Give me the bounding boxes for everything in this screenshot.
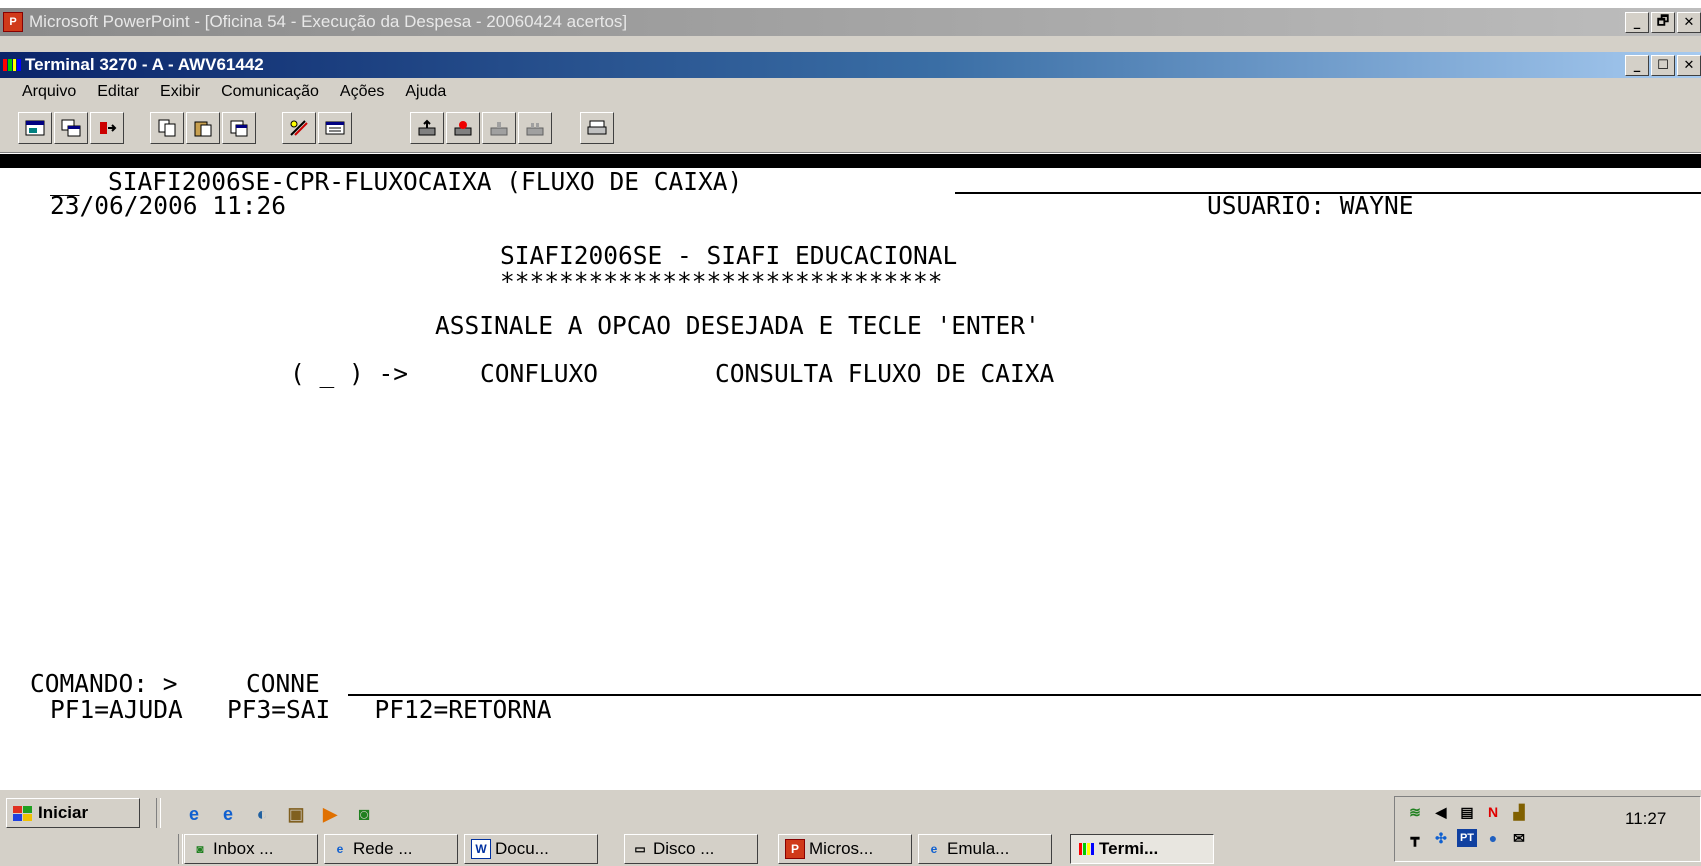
- terminal-app-icon: [3, 58, 21, 72]
- computer-icon[interactable]: ▤: [1457, 803, 1477, 821]
- terminal-title-bar: Terminal 3270 - A - AWV61442 _ ☐ ✕: [0, 52, 1701, 78]
- windows-flag-icon: [13, 805, 32, 821]
- language-icon[interactable]: PT: [1457, 829, 1477, 847]
- option-code: CONFLUXO: [480, 359, 599, 388]
- task-inbox[interactable]: ◙ Inbox ...: [184, 834, 318, 864]
- system-tray: ≋ ◀ ▤ N ▟ ┳ ✣ PT ● ✉ 11:27: [1394, 796, 1701, 862]
- maximize-button[interactable]: ☐: [1651, 55, 1675, 76]
- option-selector[interactable]: ( _ ) ->: [290, 360, 408, 388]
- ie-icon: e: [336, 842, 344, 856]
- menu-acoes[interactable]: Ações: [327, 83, 392, 101]
- messenger-icon[interactable]: ●: [1483, 829, 1503, 847]
- antivirus-icon[interactable]: N: [1483, 803, 1503, 821]
- command-label: COMANDO: >: [30, 669, 178, 698]
- terminal-window-controls: _ ☐ ✕: [1625, 55, 1701, 76]
- play-macro-icon[interactable]: [482, 112, 516, 144]
- task-label: Docu...: [495, 839, 549, 858]
- disk-icon: ▭: [634, 842, 646, 856]
- instruction-text: ASSINALE A OPCAO DESEJADA E TECLE 'ENTER…: [435, 311, 1040, 340]
- ie-icon[interactable]: e: [182, 802, 206, 826]
- task-emula[interactable]: e Emula...: [918, 834, 1052, 864]
- outlook-icon: ◙: [196, 842, 204, 856]
- record-macro-icon[interactable]: [446, 112, 480, 144]
- menu-ajuda[interactable]: Ajuda: [392, 83, 454, 101]
- word-icon: W: [471, 839, 491, 859]
- command-input[interactable]: CONNE: [246, 670, 320, 698]
- screen-user: USUARIO: WAYNE: [1207, 191, 1414, 220]
- title-stars: ******************************: [500, 267, 943, 296]
- disconnect-icon[interactable]: [90, 112, 124, 144]
- screen-datetime: 23/06/2006 11:26: [50, 191, 287, 220]
- powerpoint-window-controls: _ 🗗 ✕: [1625, 12, 1701, 33]
- paste-special-icon[interactable]: [222, 112, 256, 144]
- clock[interactable]: 11:27: [1625, 809, 1666, 829]
- task-label: Inbox ...: [213, 839, 274, 858]
- ie-icon: e: [930, 842, 938, 856]
- powerpoint-window-title: Microsoft PowerPoint - [Oficina 54 - Exe…: [29, 12, 628, 31]
- new-session-icon[interactable]: [18, 112, 52, 144]
- task-label: Micros...: [809, 839, 874, 858]
- menu-arquivo[interactable]: Arquivo: [0, 83, 84, 101]
- volume-icon[interactable]: ◀: [1431, 803, 1451, 821]
- powerpoint-icon[interactable]: ◙: [352, 802, 376, 826]
- terminal-icon: [1077, 840, 1095, 858]
- keyboard-map-icon[interactable]: [318, 112, 352, 144]
- powerpoint-icon: P: [785, 839, 805, 859]
- task-micros[interactable]: P Micros...: [778, 834, 912, 864]
- close-button[interactable]: ✕: [1677, 12, 1701, 33]
- task-label: Disco ...: [653, 839, 715, 858]
- paste-icon[interactable]: [186, 112, 220, 144]
- media-icon[interactable]: ▶: [318, 802, 342, 826]
- send-file-icon[interactable]: [410, 112, 444, 144]
- task-rede[interactable]: e Rede ...: [324, 834, 458, 864]
- task-label: Termi...: [1099, 839, 1159, 858]
- powerpoint-menu-strip: [0, 36, 1701, 52]
- menu-bar: Arquivo Editar Exibir Comunicação Ações …: [0, 78, 1701, 106]
- task-disco[interactable]: ▭ Disco ...: [624, 834, 758, 864]
- toolbar: [0, 106, 1701, 153]
- terminal-screen[interactable]: __ SIAFI2006SE-CPR-FLUXOCAIXA (FLUXO DE …: [0, 154, 1701, 798]
- notepad-icon[interactable]: ▣: [284, 802, 308, 826]
- menu-comunicacao[interactable]: Comunicação: [208, 83, 327, 101]
- start-button[interactable]: Iniciar: [6, 798, 140, 828]
- connection-icon[interactable]: ┳: [1405, 829, 1425, 847]
- settings-icon[interactable]: [282, 112, 316, 144]
- print-icon[interactable]: [580, 112, 614, 144]
- taskbar: Iniciar e e ◐ ▣ ▶ ◙ ◙ Inbox ... e Rede .…: [0, 788, 1701, 866]
- taskbar-separator: [156, 798, 161, 828]
- stop-macro-icon[interactable]: [518, 112, 552, 144]
- restore-button[interactable]: 🗗: [1651, 12, 1675, 33]
- pf-keys-legend: PF1=AJUDA PF3=SAI PF12=RETORNA: [50, 695, 552, 724]
- network-icon[interactable]: ≋: [1405, 803, 1425, 821]
- usb-icon[interactable]: ✣: [1431, 829, 1451, 847]
- open-session-icon[interactable]: [54, 112, 88, 144]
- mail-icon[interactable]: ✉: [1509, 829, 1529, 847]
- option-description: CONSULTA FLUXO DE CAIXA: [715, 359, 1055, 388]
- system-title: SIAFI2006SE - SIAFI EDUCACIONAL: [500, 241, 958, 270]
- menu-exibir[interactable]: Exibir: [147, 83, 208, 101]
- terminal-window-title: Terminal 3270 - A - AWV61442: [25, 55, 264, 74]
- powerpoint-title-bar: P Microsoft PowerPoint - [Oficina 54 - E…: [0, 8, 1701, 36]
- close-button[interactable]: ✕: [1677, 55, 1701, 76]
- start-label: Iniciar: [38, 803, 89, 822]
- minimize-button[interactable]: _: [1625, 12, 1649, 33]
- minimize-button[interactable]: _: [1625, 55, 1649, 76]
- monitor-icon[interactable]: ▟: [1509, 803, 1529, 821]
- task-docu[interactable]: W Docu...: [464, 834, 598, 864]
- task-label: Rede ...: [353, 839, 413, 858]
- taskbar-separator: [178, 834, 183, 864]
- task-terminal[interactable]: Termi...: [1070, 834, 1214, 864]
- ie2-icon[interactable]: e: [216, 802, 240, 826]
- copy-icon[interactable]: [150, 112, 184, 144]
- menu-editar[interactable]: Editar: [84, 83, 147, 101]
- task-label: Emula...: [947, 839, 1010, 858]
- outlook-icon[interactable]: ◐: [250, 802, 274, 826]
- powerpoint-app-icon: P: [3, 12, 23, 32]
